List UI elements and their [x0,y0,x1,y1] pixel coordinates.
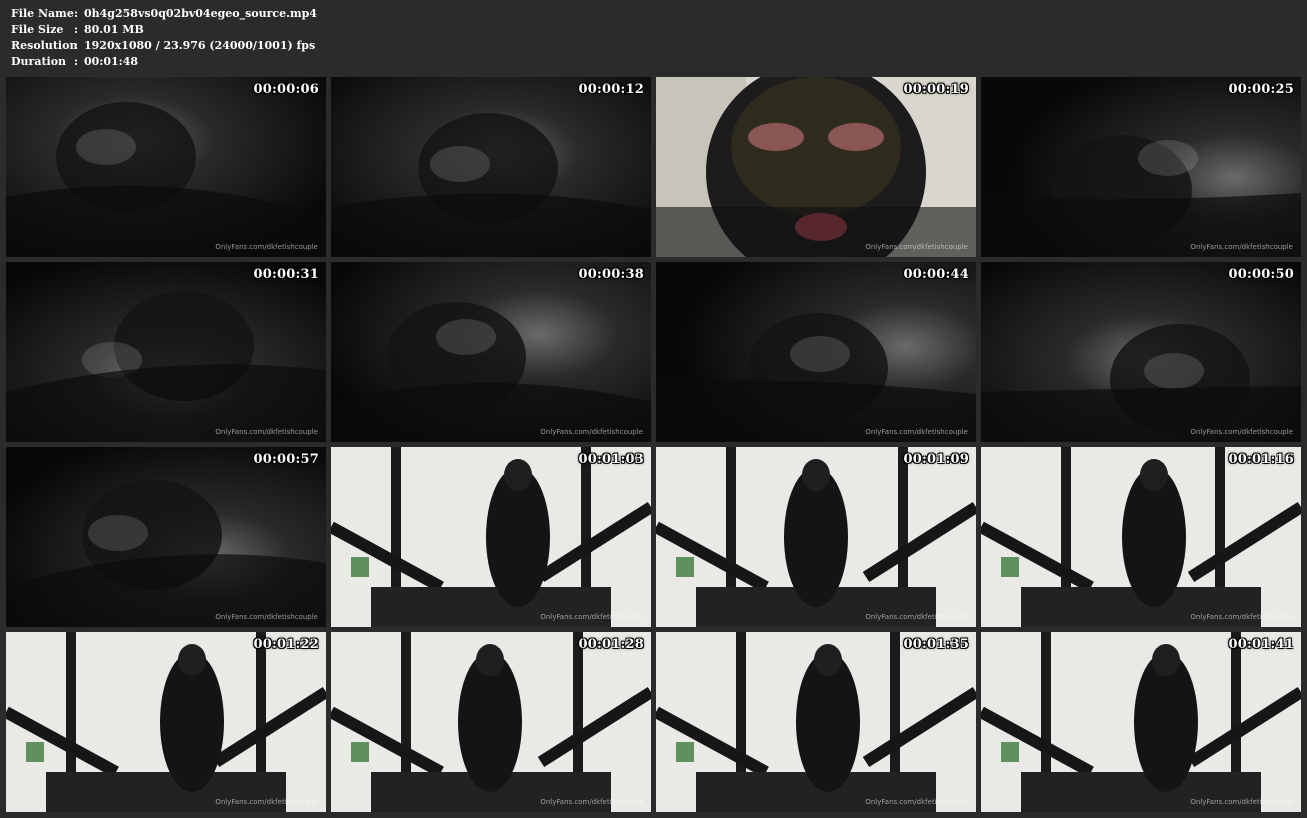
timestamp: 00:01:22 [253,637,319,652]
separator: : [74,39,79,52]
file-name-row: File Name : 0h4g258vs0q02bv04egeo_source… [11,6,317,22]
thumbnail: 00:00:25 OnlyFans.com/dkfetishcouple [981,77,1301,257]
thumbnail: 00:00:06 OnlyFans.com/dkfetishcouple [6,77,326,257]
watermark: OnlyFans.com/dkfetishcouple [865,613,968,621]
watermark: OnlyFans.com/dkfetishcouple [540,798,643,806]
thumbnail-grid: 00:00:06 OnlyFans.com/dkfetishcouple 00:0… [6,77,1301,812]
thumbnail: 00:00:38 OnlyFans.com/dkfetishcouple [331,262,651,442]
watermark: OnlyFans.com/dkfetishcouple [540,428,643,436]
timestamp: 00:00:44 [903,267,969,282]
watermark: OnlyFans.com/dkfetishcouple [540,613,643,621]
file-size-label: File Size [11,23,64,36]
thumbnail-image [331,447,651,627]
file-info-panel: File Name : 0h4g258vs0q02bv04egeo_source… [11,6,317,70]
timestamp: 00:00:38 [578,267,644,282]
thumbnail: 00:00:57 OnlyFans.com/dkfetishcouple [6,447,326,627]
thumbnail: 00:01:22 OnlyFans.com/dkfetishcouple [6,632,326,812]
resolution-label: Resolution [11,39,78,52]
watermark: OnlyFans.com/dkfetishcouple [865,243,968,251]
timestamp: 00:00:50 [1228,267,1294,282]
thumbnail: 00:00:19 OnlyFans.com/dkfetishcouple [656,77,976,257]
separator: : [74,23,79,36]
thumbnail: 00:01:41 OnlyFans.com/dkfetishcouple [981,632,1301,812]
watermark: OnlyFans.com/dkfetishcouple [1190,428,1293,436]
watermark: OnlyFans.com/dkfetishcouple [1190,798,1293,806]
watermark: OnlyFans.com/dkfetishcouple [215,613,318,621]
thumbnail-image [656,77,976,257]
thumbnail: 00:01:28 OnlyFans.com/dkfetishcouple [331,632,651,812]
watermark: OnlyFans.com/dkfetishcouple [1190,613,1293,621]
thumbnail: 00:01:16 OnlyFans.com/dkfetishcouple [981,447,1301,627]
thumbnail-image [656,632,976,812]
watermark: OnlyFans.com/dkfetishcouple [865,428,968,436]
file-name-value: 0h4g258vs0q02bv04egeo_source.mp4 [84,7,317,20]
timestamp: 00:01:41 [1228,637,1294,652]
timestamp: 00:00:19 [903,82,969,97]
watermark: OnlyFans.com/dkfetishcouple [215,243,318,251]
thumbnail: 00:01:03 OnlyFans.com/dkfetishcouple [331,447,651,627]
timestamp: 00:01:16 [1228,452,1294,467]
watermark: OnlyFans.com/dkfetishcouple [1190,243,1293,251]
resolution-row: Resolution : 1920x1080 / 23.976 (24000/1… [11,38,317,54]
timestamp: 00:00:06 [253,82,319,97]
timestamp: 00:01:09 [903,452,969,467]
timestamp: 00:00:12 [578,82,644,97]
file-name-label: File Name [11,7,74,20]
thumbnail-image [6,447,326,627]
thumbnail-image [331,77,651,257]
file-size-value: 80.01 MB [84,23,144,36]
resolution-value: 1920x1080 / 23.976 (24000/1001) fps [84,39,316,52]
thumbnail-image [981,632,1301,812]
thumbnail: 00:01:09 OnlyFans.com/dkfetishcouple [656,447,976,627]
thumbnail: 00:01:35 OnlyFans.com/dkfetishcouple [656,632,976,812]
thumbnail-image [6,632,326,812]
timestamp: 00:01:03 [578,452,644,467]
timestamp: 00:00:57 [253,452,319,467]
thumbnail-image [6,262,326,442]
thumbnail: 00:00:12 [331,77,651,257]
file-size-row: File Size : 80.01 MB [11,22,317,38]
thumbnail-image [6,77,326,257]
thumbnail-image [331,262,651,442]
timestamp: 00:00:25 [1228,82,1294,97]
duration-label: Duration [11,55,67,68]
thumbnail-image [981,447,1301,627]
watermark: OnlyFans.com/dkfetishcouple [215,798,318,806]
separator: : [74,55,79,68]
thumbnail: 00:00:50 OnlyFans.com/dkfetishcouple [981,262,1301,442]
separator: : [74,7,79,20]
thumbnail-image [981,262,1301,442]
timestamp: 00:01:28 [578,637,644,652]
timestamp: 00:01:35 [903,637,969,652]
thumbnail-image [656,262,976,442]
thumbnail: 00:00:44 OnlyFans.com/dkfetishcouple [656,262,976,442]
duration-value: 00:01:48 [84,55,139,68]
thumbnail-image [981,77,1301,257]
duration-row: Duration : 00:01:48 [11,54,317,70]
thumbnail: 00:00:31 OnlyFans.com/dkfetishcouple [6,262,326,442]
thumbnail-image [331,632,651,812]
watermark: OnlyFans.com/dkfetishcouple [215,428,318,436]
timestamp: 00:00:31 [253,267,319,282]
watermark: OnlyFans.com/dkfetishcouple [865,798,968,806]
thumbnail-image [656,447,976,627]
